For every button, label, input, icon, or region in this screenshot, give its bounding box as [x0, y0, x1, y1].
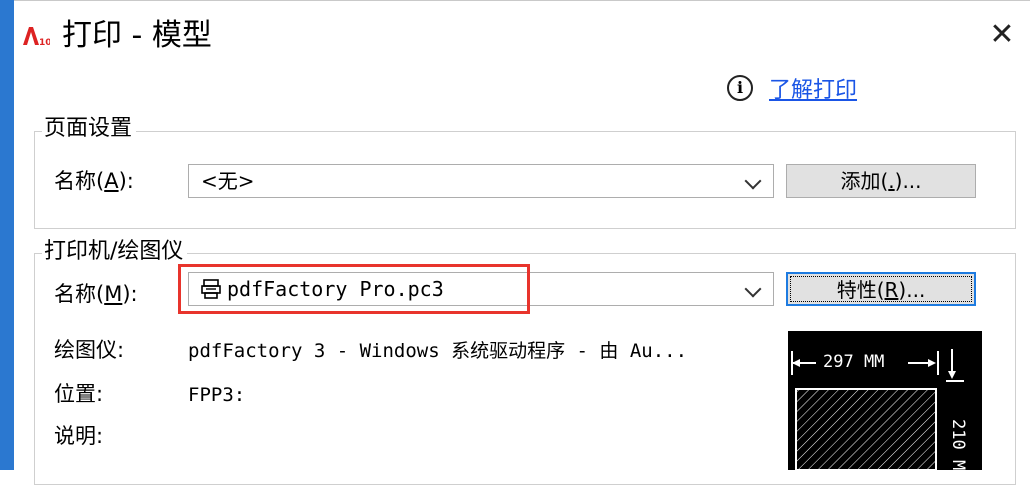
- svg-text:10: 10: [39, 38, 50, 46]
- title-bar: 10 打印 - 模型 ✕: [14, 1, 1030, 71]
- page-setup-name-combo[interactable]: <无>: [188, 164, 774, 198]
- info-icon: i: [727, 75, 753, 101]
- page-setup-legend: 页面设置: [42, 115, 137, 143]
- location-label: 位置:: [54, 382, 104, 406]
- chevron-down-icon: [744, 280, 762, 298]
- paper-height-label: 210 MM: [948, 419, 968, 470]
- printer-legend: 打印机/绘图仪: [42, 238, 188, 266]
- add-page-setup-button[interactable]: 添加(.)...: [786, 164, 976, 198]
- plotter-label: 绘图仪:: [54, 338, 125, 362]
- plotter-value: pdfFactory 3 - Windows 系统驱动程序 - 由 Au...: [188, 340, 688, 362]
- window-left-border: [0, 0, 14, 470]
- window-title: 打印 - 模型: [62, 18, 212, 53]
- paper-width-label: 297 MM: [823, 352, 885, 372]
- printer-properties-button[interactable]: 特性(R)...: [786, 272, 976, 306]
- page-setup-name-label: 名称(A):: [54, 169, 134, 193]
- location-value: FPP3:: [188, 384, 246, 406]
- page-setup-selected-value: <无>: [201, 169, 255, 193]
- red-highlight-box: [178, 264, 530, 314]
- learn-plot-link[interactable]: 了解打印: [769, 72, 857, 104]
- autocad-app-icon: 10: [23, 27, 50, 46]
- printer-name-label: 名称(M):: [54, 282, 138, 306]
- chevron-down-icon: [744, 172, 762, 190]
- description-label: 说明:: [54, 424, 104, 448]
- paper-preview: 297 MM 210 MM: [788, 331, 982, 470]
- focus-rectangle: [790, 276, 972, 302]
- close-button[interactable]: ✕: [974, 13, 1030, 57]
